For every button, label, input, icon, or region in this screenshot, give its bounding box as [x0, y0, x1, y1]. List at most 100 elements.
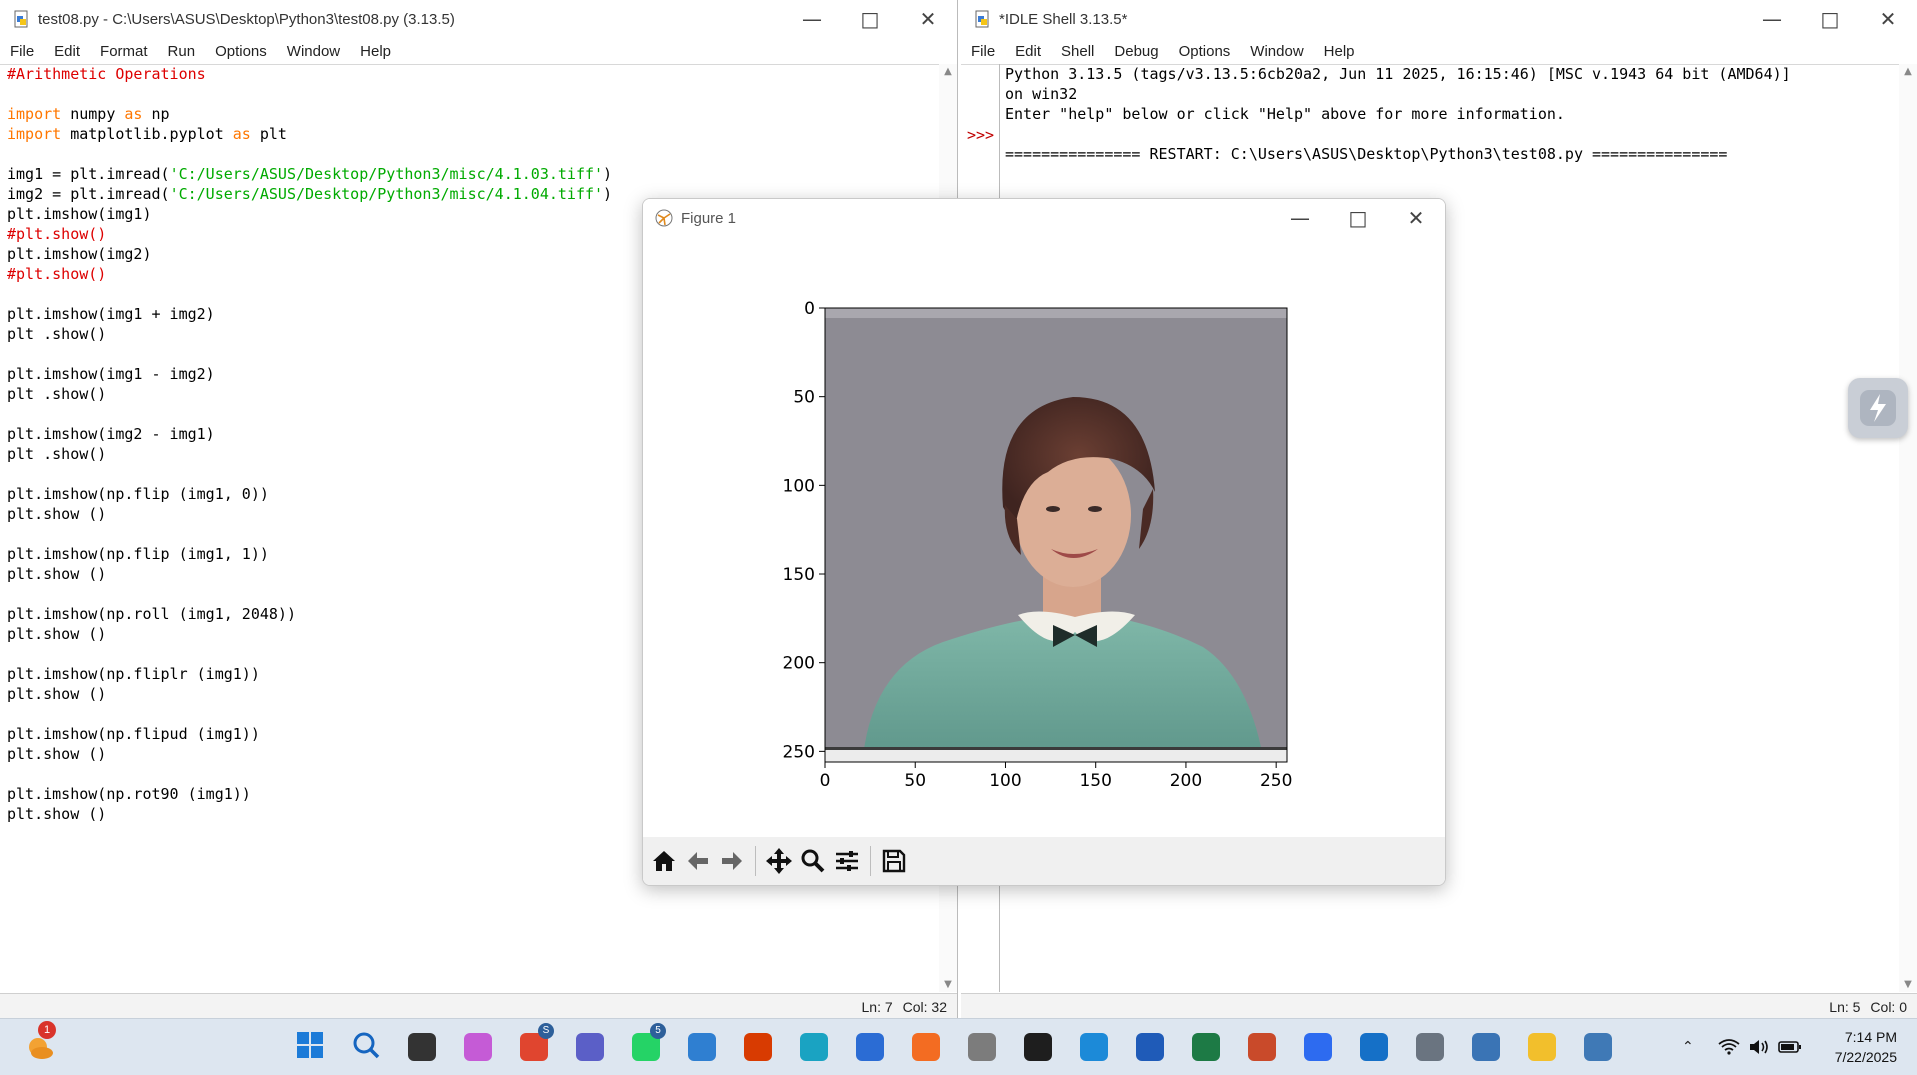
maximize-button[interactable]: □	[1801, 0, 1859, 38]
arrow-right-icon	[722, 852, 742, 870]
clock[interactable]: 7:14 PM 7/22/2025	[1835, 1027, 1897, 1067]
photos-icon	[688, 1033, 716, 1061]
line-number: Ln: 5	[1829, 999, 1861, 1015]
taskbar-search-button[interactable]	[348, 1029, 384, 1065]
menu-shell[interactable]: Shell	[1051, 43, 1104, 60]
maximize-button[interactable]: □	[1329, 199, 1387, 237]
code-token: plt .show()	[7, 385, 107, 403]
shell-statusbar: Ln: 5 Col: 0	[961, 993, 1917, 1020]
taskbar-edge-button[interactable]	[796, 1029, 832, 1065]
taskbar-office-button[interactable]	[740, 1029, 776, 1065]
taskbar-outlook-button[interactable]	[1356, 1029, 1392, 1065]
taskbar-idle-button[interactable]	[1580, 1029, 1616, 1065]
taskbar-chrome-button[interactable]: S	[516, 1023, 554, 1065]
taskbar-settings-button[interactable]	[1412, 1029, 1448, 1065]
code-token: plt.show ()	[7, 565, 107, 583]
figure-title: Figure 1	[681, 209, 737, 227]
code-line: img1 = plt.imread('C:/Users/ASUS/Desktop…	[7, 164, 939, 184]
y-tick-label: 50	[793, 388, 815, 408]
code-token: plt.imshow(img1 - img2)	[7, 365, 215, 383]
scroll-up-icon[interactable]: ▲	[939, 66, 957, 77]
taskbar-word-alt-button[interactable]	[852, 1029, 888, 1065]
pan-button[interactable]	[762, 844, 796, 878]
wifi-icon[interactable]	[1718, 1038, 1740, 1056]
battery-icon[interactable]	[1777, 1040, 1802, 1054]
magnifier-icon	[801, 849, 825, 873]
scroll-down-icon[interactable]: ▼	[1899, 979, 1917, 990]
menu-format[interactable]: Format	[90, 43, 158, 60]
taskbar-powerpoint-button[interactable]	[1244, 1029, 1280, 1065]
python-icon	[1472, 1033, 1500, 1061]
maximize-button[interactable]: □	[841, 0, 899, 38]
taskbar-copilot-button[interactable]	[460, 1029, 496, 1065]
clock-time: 7:14 PM	[1844, 1029, 1897, 1045]
taskbar-whatsapp-button[interactable]: 5	[628, 1023, 666, 1065]
editor-title: test08.py - C:\Users\ASUS\Desktop\Python…	[38, 10, 455, 28]
menu-window[interactable]: Window	[1240, 43, 1313, 60]
idle-file-icon	[14, 10, 28, 28]
zoom-button[interactable]	[796, 844, 830, 878]
snipping-icon	[968, 1033, 996, 1061]
back-button[interactable]	[681, 844, 715, 878]
close-button[interactable]: ✕	[899, 0, 957, 38]
move-icon	[766, 848, 792, 874]
close-button[interactable]: ✕	[1387, 199, 1445, 237]
taskbar-snipping-button[interactable]	[964, 1029, 1000, 1065]
forward-button[interactable]	[715, 844, 749, 878]
scroll-down-icon[interactable]: ▼	[939, 979, 957, 990]
taskbar-vscode-button[interactable]	[1076, 1029, 1112, 1065]
menu-run[interactable]: Run	[158, 43, 206, 60]
minimize-button[interactable]: —	[1743, 0, 1801, 38]
taskbar-terminal-button[interactable]	[1020, 1029, 1056, 1065]
taskbar-start-button[interactable]	[292, 1029, 328, 1065]
taskbar-zoom-button[interactable]	[1300, 1029, 1336, 1065]
shell-scrollbar[interactable]: ▲ ▼	[1899, 64, 1917, 992]
menu-file[interactable]: File	[0, 43, 44, 60]
save-button[interactable]	[877, 844, 911, 878]
figure-plot[interactable]: 0 50 100 150 200 250 0 50 100 150 200 250	[643, 237, 1443, 829]
outlook-icon	[1360, 1033, 1388, 1061]
taskbar-file-explorer-button[interactable]	[1524, 1029, 1560, 1065]
menu-options[interactable]: Options	[1169, 43, 1241, 60]
x-tick-label: 150	[1079, 771, 1111, 791]
code-token: import	[7, 105, 62, 123]
menu-window[interactable]: Window	[277, 43, 350, 60]
code-token: #plt.show()	[7, 225, 107, 243]
code-token: plt	[250, 125, 287, 143]
excel-icon	[1192, 1033, 1220, 1061]
y-tick-label: 0	[804, 299, 815, 319]
configure-subplots-button[interactable]	[830, 844, 864, 878]
menu-edit[interactable]: Edit	[1005, 43, 1051, 60]
menu-options[interactable]: Options	[205, 43, 277, 60]
menu-help[interactable]: Help	[350, 43, 401, 60]
close-button[interactable]: ✕	[1859, 0, 1917, 38]
taskbar-python-button[interactable]	[1468, 1029, 1504, 1065]
code-token: 'C:/Users/ASUS/Desktop/Python3/misc/4.1.…	[169, 165, 604, 183]
weather-widget[interactable]: 1	[22, 1021, 58, 1065]
volume-icon[interactable]	[1748, 1038, 1770, 1056]
figure-titlebar[interactable]: Figure 1 — □ ✕	[643, 199, 1445, 237]
menu-edit[interactable]: Edit	[44, 43, 90, 60]
home-button[interactable]	[647, 844, 681, 878]
code-token: numpy	[61, 105, 125, 123]
minimize-button[interactable]: —	[783, 0, 841, 38]
minimize-button[interactable]: —	[1271, 199, 1329, 237]
figure-toolbar	[643, 837, 1445, 885]
taskbar-teams-button[interactable]	[572, 1029, 608, 1065]
scroll-up-icon[interactable]: ▲	[1899, 66, 1917, 77]
column-number: Col: 0	[1870, 999, 1907, 1015]
taskbar-photos-button[interactable]	[684, 1029, 720, 1065]
floating-widget-button[interactable]	[1848, 378, 1908, 438]
menu-help[interactable]: Help	[1314, 43, 1365, 60]
taskbar-task-view-button[interactable]	[404, 1029, 440, 1065]
taskbar-excel-button[interactable]	[1188, 1029, 1224, 1065]
shell-titlebar[interactable]: *IDLE Shell 3.13.5* — □ ✕	[961, 0, 1917, 38]
code-token: plt.imshow(img2)	[7, 245, 152, 263]
editor-titlebar[interactable]: test08.py - C:\Users\ASUS\Desktop\Python…	[0, 0, 957, 38]
menu-debug[interactable]: Debug	[1104, 43, 1168, 60]
taskbar-word-button[interactable]	[1132, 1029, 1168, 1065]
taskbar-firefox-button[interactable]	[908, 1029, 944, 1065]
word-icon	[1136, 1033, 1164, 1061]
chevron-up-icon[interactable]: ⌃	[1682, 1039, 1694, 1055]
menu-file[interactable]: File	[961, 43, 1005, 60]
